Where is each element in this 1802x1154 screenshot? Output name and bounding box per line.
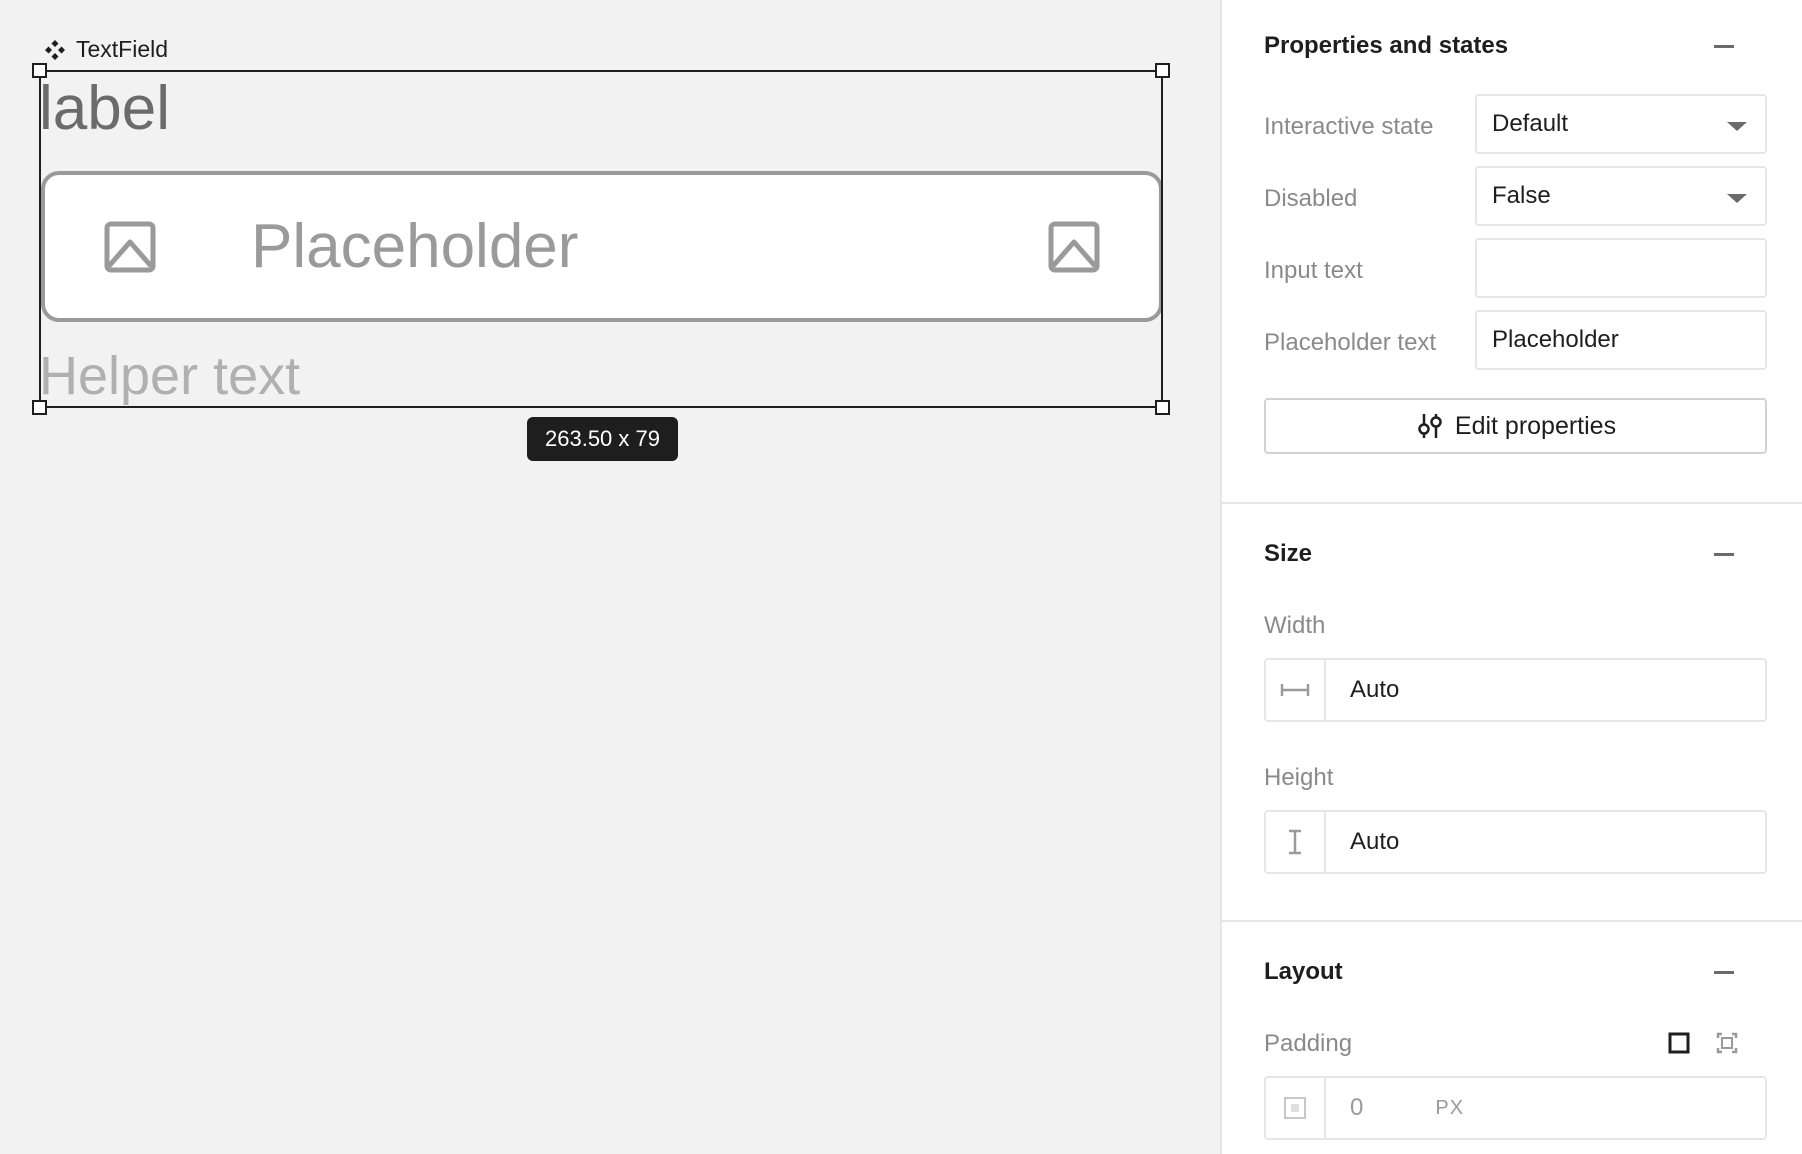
select-value: Default (1492, 110, 1569, 137)
properties-panel: Properties and states Interactive state … (1220, 0, 1802, 1154)
layout-section: Layout Padding 0 PX (1222, 922, 1802, 1154)
resize-handle-top-right[interactable] (1155, 63, 1170, 78)
width-label: Width (1264, 612, 1326, 639)
disabled-label: Disabled (1264, 185, 1358, 212)
resize-handle-top-left[interactable] (32, 63, 47, 78)
component-name: TextField (76, 36, 169, 62)
individual-padding-icon[interactable] (1716, 1032, 1738, 1054)
selection-box[interactable] (32, 63, 1170, 415)
collapse-icon[interactable] (1714, 45, 1734, 48)
padding-label: Padding (1264, 1030, 1353, 1057)
chevron-down-icon (1727, 122, 1747, 131)
resize-handle-bottom-left[interactable] (32, 400, 47, 415)
placeholder-text-label: Placeholder text (1264, 329, 1437, 356)
edit-properties-label: Edit properties (1454, 411, 1617, 440)
padding-unit: PX (1435, 1096, 1465, 1119)
edit-properties-button[interactable]: Edit properties (1264, 398, 1767, 454)
width-icon (1266, 660, 1326, 720)
height-label: Height (1264, 764, 1334, 791)
padding-icon (1266, 1078, 1326, 1138)
design-canvas[interactable]: TextField label Placeholder Helper text … (0, 0, 1220, 1154)
padding-input[interactable]: 0 PX (1264, 1076, 1767, 1140)
resize-handle-bottom-right[interactable] (1155, 400, 1170, 415)
dimensions-badge: 263.50 x 79 (527, 417, 678, 461)
chevron-down-icon (1727, 194, 1747, 203)
section-title: Properties and states (1264, 32, 1509, 59)
padding-value: 0 (1350, 1094, 1364, 1121)
sliders-icon (1418, 414, 1442, 438)
input-text-label: Input text (1264, 257, 1363, 284)
properties-section: Properties and states Interactive state … (1222, 0, 1802, 504)
interactive-state-select[interactable]: Default (1475, 94, 1767, 154)
field-value: Placeholder (1492, 326, 1619, 353)
interactive-state-label: Interactive state (1264, 113, 1434, 140)
collapse-icon[interactable] (1714, 553, 1734, 556)
height-value: Auto (1350, 828, 1400, 855)
disabled-select[interactable]: False (1475, 166, 1767, 226)
width-value: Auto (1350, 676, 1400, 703)
placeholder-text-field[interactable]: Placeholder (1475, 310, 1767, 370)
section-title: Layout (1264, 958, 1343, 985)
uniform-padding-icon[interactable] (1668, 1032, 1690, 1054)
input-text-field[interactable] (1475, 238, 1767, 298)
width-input[interactable]: Auto (1264, 658, 1767, 722)
collapse-icon[interactable] (1714, 971, 1734, 974)
component-tag[interactable]: TextField (44, 36, 168, 63)
select-value: False (1492, 182, 1551, 209)
component-icon (45, 39, 65, 60)
section-title: Size (1264, 540, 1313, 567)
height-icon (1266, 812, 1326, 872)
size-section: Size Width Auto Height Auto (1222, 504, 1802, 922)
height-input[interactable]: Auto (1264, 810, 1767, 874)
